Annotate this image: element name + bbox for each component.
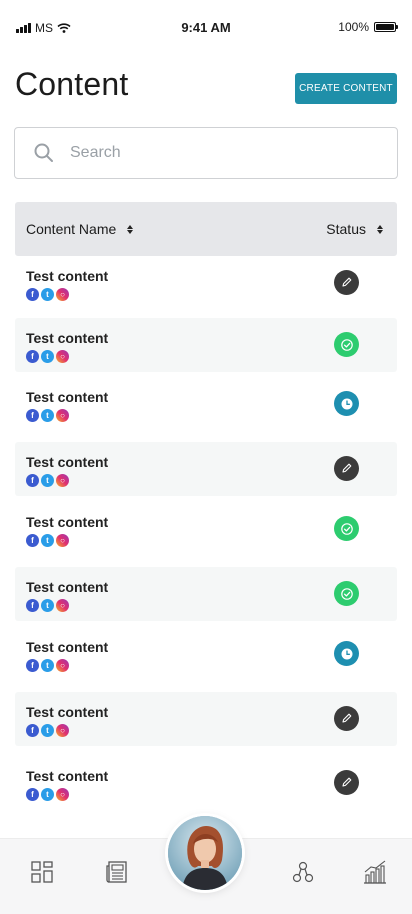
content-title: Test content bbox=[26, 389, 109, 405]
twitter-icon: t bbox=[41, 659, 54, 672]
twitter-icon: t bbox=[41, 474, 54, 487]
social-channels: f t ○ bbox=[26, 788, 69, 801]
check-circle-icon[interactable] bbox=[334, 581, 359, 606]
content-title: Test content bbox=[26, 268, 109, 284]
table-row[interactable]: Test content f t ○ bbox=[15, 756, 397, 810]
facebook-icon: f bbox=[26, 474, 39, 487]
column-label: Status bbox=[326, 221, 366, 237]
facebook-icon: f bbox=[26, 659, 39, 672]
twitter-icon: t bbox=[41, 288, 54, 301]
search-icon bbox=[34, 143, 53, 162]
content-title: Test content bbox=[26, 639, 109, 655]
table-row[interactable]: Test content f t ○ bbox=[15, 318, 397, 372]
instagram-icon: ○ bbox=[56, 409, 69, 422]
sort-icon bbox=[377, 224, 383, 234]
twitter-icon: t bbox=[41, 409, 54, 422]
pencil-icon[interactable] bbox=[334, 456, 359, 481]
table-header: Content Name Status bbox=[15, 202, 397, 256]
column-header-status[interactable]: Status bbox=[326, 221, 383, 237]
instagram-icon: ○ bbox=[56, 350, 69, 363]
page-title: Content bbox=[15, 66, 129, 102]
content-icon[interactable] bbox=[104, 859, 130, 885]
table-row[interactable]: Test content f t ○ bbox=[15, 692, 397, 746]
clock-icon[interactable] bbox=[334, 641, 359, 666]
clock-icon[interactable] bbox=[334, 391, 359, 416]
table-row[interactable]: Test content f t ○ bbox=[15, 567, 397, 621]
table-row[interactable]: Test content f t ○ bbox=[15, 377, 397, 431]
check-circle-icon[interactable] bbox=[334, 332, 359, 357]
facebook-icon: f bbox=[26, 350, 39, 363]
twitter-icon: t bbox=[41, 350, 54, 363]
battery-group: 100% bbox=[338, 20, 398, 34]
twitter-icon: t bbox=[41, 534, 54, 547]
social-channels: f t ○ bbox=[26, 350, 69, 363]
pencil-icon[interactable] bbox=[334, 706, 359, 731]
social-channels: f t ○ bbox=[26, 724, 69, 737]
search-input[interactable] bbox=[70, 144, 350, 162]
table-row[interactable]: Test content f t ○ bbox=[15, 627, 397, 681]
pencil-icon[interactable] bbox=[334, 770, 359, 795]
battery-percent: 100% bbox=[338, 20, 369, 34]
instagram-icon: ○ bbox=[56, 724, 69, 737]
content-title: Test content bbox=[26, 579, 109, 595]
search-bar[interactable] bbox=[14, 127, 398, 179]
social-channels: f t ○ bbox=[26, 288, 69, 301]
social-channels: f t ○ bbox=[26, 534, 69, 547]
status-bar: MS 9:41 AM 100% bbox=[0, 0, 412, 56]
battery-icon bbox=[374, 22, 398, 32]
content-title: Test content bbox=[26, 768, 109, 784]
sort-icon bbox=[127, 224, 134, 234]
audience-icon[interactable] bbox=[290, 859, 316, 885]
twitter-icon: t bbox=[41, 788, 54, 801]
instagram-icon: ○ bbox=[56, 788, 69, 801]
dashboard-icon[interactable] bbox=[29, 859, 55, 885]
pencil-icon[interactable] bbox=[334, 270, 359, 295]
facebook-icon: f bbox=[26, 288, 39, 301]
twitter-icon: t bbox=[41, 724, 54, 737]
facebook-icon: f bbox=[26, 788, 39, 801]
analytics-icon[interactable] bbox=[362, 859, 388, 885]
instagram-icon: ○ bbox=[56, 288, 69, 301]
table-row[interactable]: Test content f t ○ bbox=[15, 502, 397, 556]
content-title: Test content bbox=[26, 514, 109, 530]
instagram-icon: ○ bbox=[56, 474, 69, 487]
instagram-icon: ○ bbox=[56, 534, 69, 547]
social-channels: f t ○ bbox=[26, 659, 69, 672]
table-row[interactable]: Test content f t ○ bbox=[15, 256, 397, 310]
column-header-content-name[interactable]: Content Name bbox=[26, 221, 134, 237]
facebook-icon: f bbox=[26, 409, 39, 422]
social-channels: f t ○ bbox=[26, 409, 69, 422]
twitter-icon: t bbox=[41, 599, 54, 612]
instagram-icon: ○ bbox=[56, 659, 69, 672]
content-title: Test content bbox=[26, 330, 109, 346]
facebook-icon: f bbox=[26, 599, 39, 612]
social-channels: f t ○ bbox=[26, 474, 69, 487]
social-channels: f t ○ bbox=[26, 599, 69, 612]
instagram-icon: ○ bbox=[56, 599, 69, 612]
create-content-button[interactable]: CREATE CONTENT bbox=[295, 73, 397, 104]
content-title: Test content bbox=[26, 454, 109, 470]
avatar-portrait bbox=[168, 816, 242, 890]
check-circle-icon[interactable] bbox=[334, 516, 359, 541]
column-label: Content Name bbox=[26, 221, 117, 237]
content-title: Test content bbox=[26, 704, 109, 720]
profile-avatar[interactable] bbox=[168, 816, 242, 890]
facebook-icon: f bbox=[26, 534, 39, 547]
table-row[interactable]: Test content f t ○ bbox=[15, 442, 397, 496]
facebook-icon: f bbox=[26, 724, 39, 737]
